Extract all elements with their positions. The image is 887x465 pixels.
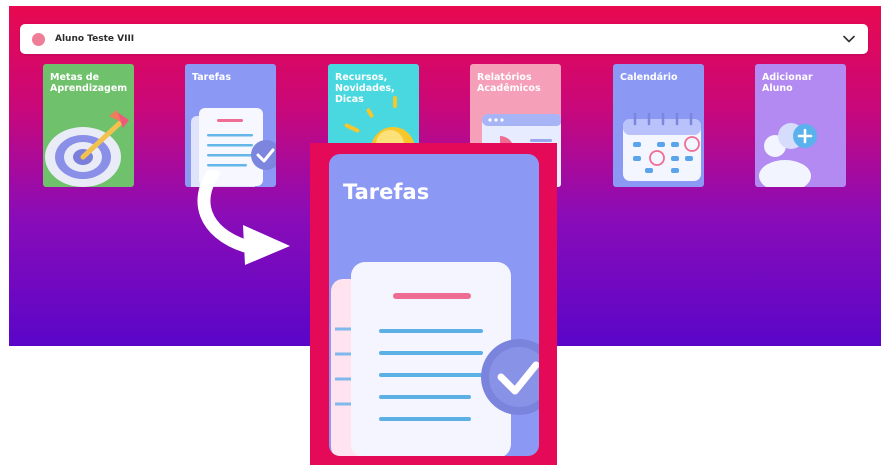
student-avatar-dot	[32, 32, 45, 46]
card-label: Recursos, Novidades, Dicas	[335, 72, 395, 105]
zoomed-card-frame: Tarefas	[310, 143, 557, 465]
zoomed-card-label: Tarefas	[343, 180, 430, 204]
card-adicionar-aluno[interactable]: Adicionar Aluno	[755, 64, 846, 187]
card-label: Relatórios Acadêmicos	[477, 72, 541, 94]
card-label: Tarefas	[192, 72, 231, 83]
card-tarefas[interactable]: Tarefas	[185, 64, 276, 187]
card-metas-de-aprendizagem[interactable]: Metas de Aprendizagem	[43, 64, 134, 187]
student-name: Aluno Teste VIII	[55, 34, 135, 44]
curved-arrow-icon	[197, 170, 290, 265]
card-calendario[interactable]: Calendário	[613, 64, 704, 187]
card-label: Adicionar Aluno	[762, 72, 813, 94]
zoomed-card-tarefas[interactable]: Tarefas	[329, 154, 539, 456]
student-selector[interactable]: Aluno Teste VIII	[20, 24, 868, 54]
chevron-down-icon[interactable]	[842, 32, 856, 46]
card-label: Metas de Aprendizagem	[50, 72, 128, 94]
card-label: Calendário	[620, 72, 678, 83]
screenshot-stage: Aluno Teste VIII Metas de Aprendizagem T…	[0, 0, 887, 465]
